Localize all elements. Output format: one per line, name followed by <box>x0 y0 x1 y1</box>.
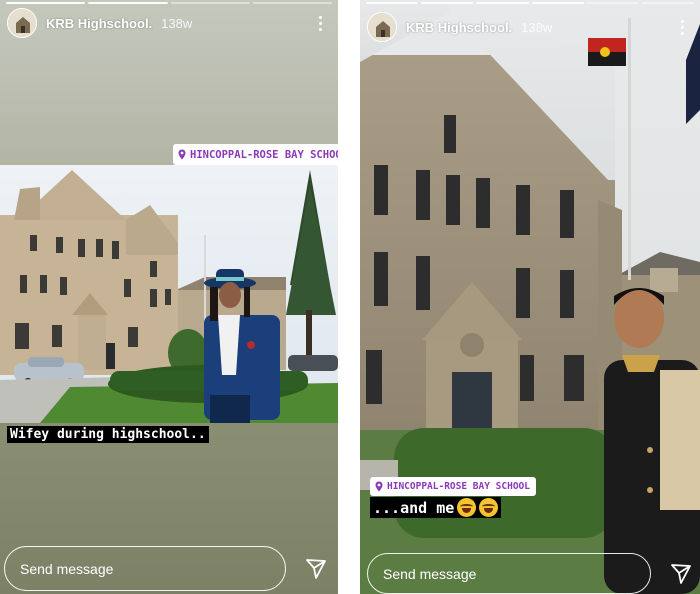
location-label: HINCOPPAL-ROSE BAY SCHOOL <box>190 148 338 161</box>
avatar[interactable] <box>7 8 37 38</box>
story-progress-bar <box>366 2 695 4</box>
location-sticker[interactable]: HINCOPPAL-ROSE BAY SCHOOL <box>173 144 338 165</box>
story-header: KRB Highschool. 138w <box>367 12 690 42</box>
story-username[interactable]: KRB Highschool. <box>46 16 152 31</box>
story-caption: Wifey during highschool.. <box>7 426 209 443</box>
send-message-input[interactable]: Send message <box>4 546 286 591</box>
story-timestamp: 138w <box>161 15 193 31</box>
location-sticker[interactable]: HINCOPPAL-ROSE BAY SCHOOL <box>370 477 536 496</box>
avatar[interactable] <box>367 12 397 42</box>
story-caption: ...and me <box>370 497 502 518</box>
story-progress-bar <box>6 2 332 4</box>
send-message-placeholder: Send message <box>383 565 477 582</box>
more-vertical-icon[interactable] <box>312 12 328 34</box>
paper-plane-icon[interactable] <box>304 557 328 581</box>
story-right[interactable]: KRB Highschool. 138w HINCOPPAL-ROSE BAY … <box>360 0 700 594</box>
paper-plane-icon[interactable] <box>669 562 693 586</box>
joy-emoji-icon <box>457 498 477 517</box>
story-caption-text: ...and me <box>373 498 455 517</box>
location-pin-icon <box>375 481 383 492</box>
location-pin-icon <box>178 149 186 160</box>
more-vertical-icon[interactable] <box>674 16 690 38</box>
send-message-input[interactable]: Send message <box>367 553 651 594</box>
location-label: HINCOPPAL-ROSE BAY SCHOOL <box>387 481 530 492</box>
send-message-placeholder: Send message <box>20 560 114 577</box>
story-left[interactable]: KRB Highschool. 138w HINCOPPAL-ROSE BAY … <box>0 0 338 594</box>
story-photo <box>0 165 338 423</box>
joy-emoji-icon <box>479 498 499 517</box>
story-username[interactable]: KRB Highschool. <box>406 20 512 35</box>
story-header: KRB Highschool. 138w <box>7 8 328 38</box>
story-timestamp: 138w <box>521 19 553 35</box>
send-message-bar: Send message <box>4 546 286 591</box>
send-message-bar: Send message <box>367 553 651 594</box>
